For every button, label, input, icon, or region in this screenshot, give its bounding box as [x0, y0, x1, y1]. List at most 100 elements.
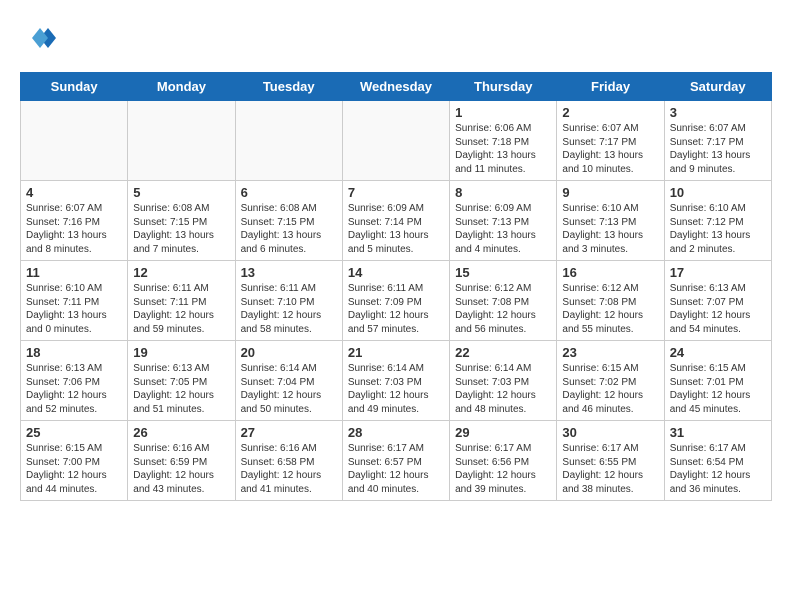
day-info: Sunrise: 6:06 AM Sunset: 7:18 PM Dayligh… [455, 122, 551, 176]
day-number: 9 [562, 185, 658, 200]
calendar-day: 12 Sunrise: 6:11 AM Sunset: 7:11 PM Dayli… [128, 261, 235, 341]
page-header [20, 20, 772, 56]
calendar-day: 29 Sunrise: 6:17 AM Sunset: 6:56 PM Dayli… [450, 421, 557, 501]
day-number: 7 [348, 185, 444, 200]
calendar-header: SundayMondayTuesdayWednesdayThursdayFrid… [21, 73, 772, 101]
weekday-header-tuesday: Tuesday [235, 73, 342, 101]
calendar-day [235, 101, 342, 181]
logo-icon [20, 20, 56, 56]
calendar-day: 18Sunrise: 6:13 AM Sunset: 7:06 PM Dayli… [21, 341, 128, 421]
calendar-day [128, 101, 235, 181]
day-number: 29 [455, 425, 551, 440]
weekday-header-friday: Friday [557, 73, 664, 101]
day-number: 3 [670, 105, 766, 120]
day-number: 24 [670, 345, 766, 360]
calendar-day: 19 Sunrise: 6:13 AM Sunset: 7:05 PM Dayli… [128, 341, 235, 421]
day-info: Sunrise: 6:15 AM Sunset: 7:02 PM Dayligh… [562, 362, 658, 416]
calendar-day: 25 Sunrise: 6:15 AM Sunset: 7:00 PM Dayli… [21, 421, 128, 501]
calendar-day: 23 Sunrise: 6:15 AM Sunset: 7:02 PM Dayli… [557, 341, 664, 421]
calendar-day: 5 Sunrise: 6:08 AM Sunset: 7:15 PM Daylig… [128, 181, 235, 261]
calendar-day: 1 Sunrise: 6:06 AM Sunset: 7:18 PM Daylig… [450, 101, 557, 181]
calendar-week-3: 11 Sunrise: 6:10 AM Sunset: 7:11 PM Dayli… [21, 261, 772, 341]
day-info: Sunrise: 6:10 AM Sunset: 7:13 PM Dayligh… [562, 202, 658, 256]
day-number: 18 [26, 345, 122, 360]
calendar-day: 17 Sunrise: 6:13 AM Sunset: 7:07 PM Dayli… [664, 261, 771, 341]
day-number: 15 [455, 265, 551, 280]
day-info: Sunrise: 6:15 AM Sunset: 7:00 PM Dayligh… [26, 442, 122, 496]
day-number: 2 [562, 105, 658, 120]
calendar-day: 26 Sunrise: 6:16 AM Sunset: 6:59 PM Dayli… [128, 421, 235, 501]
day-number: 26 [133, 425, 229, 440]
calendar-week-1: 1 Sunrise: 6:06 AM Sunset: 7:18 PM Daylig… [21, 101, 772, 181]
day-number: 27 [241, 425, 337, 440]
logo [20, 20, 56, 56]
day-info: Sunrise: 6:14 AM Sunset: 7:04 PM Dayligh… [241, 362, 337, 416]
day-info: Sunrise: 6:17 AM Sunset: 6:56 PM Dayligh… [455, 442, 551, 496]
day-number: 30 [562, 425, 658, 440]
day-info: Sunrise: 6:16 AM Sunset: 6:58 PM Dayligh… [241, 442, 337, 496]
day-info: Sunrise: 6:10 AM Sunset: 7:11 PM Dayligh… [26, 282, 122, 336]
calendar-day [342, 101, 449, 181]
day-number: 8 [455, 185, 551, 200]
calendar-day: 14Sunrise: 6:11 AM Sunset: 7:09 PM Dayli… [342, 261, 449, 341]
day-info: Sunrise: 6:17 AM Sunset: 6:57 PM Dayligh… [348, 442, 444, 496]
day-number: 23 [562, 345, 658, 360]
calendar-body: 1 Sunrise: 6:06 AM Sunset: 7:18 PM Daylig… [21, 101, 772, 501]
day-info: Sunrise: 6:10 AM Sunset: 7:12 PM Dayligh… [670, 202, 766, 256]
day-number: 12 [133, 265, 229, 280]
calendar-day: 13Sunrise: 6:11 AM Sunset: 7:10 PM Dayli… [235, 261, 342, 341]
day-number: 11 [26, 265, 122, 280]
day-number: 16 [562, 265, 658, 280]
calendar-day: 9 Sunrise: 6:10 AM Sunset: 7:13 PM Daylig… [557, 181, 664, 261]
day-info: Sunrise: 6:08 AM Sunset: 7:15 PM Dayligh… [133, 202, 229, 256]
day-number: 6 [241, 185, 337, 200]
day-number: 25 [26, 425, 122, 440]
day-number: 10 [670, 185, 766, 200]
day-info: Sunrise: 6:11 AM Sunset: 7:11 PM Dayligh… [133, 282, 229, 336]
calendar-day: 4Sunrise: 6:07 AM Sunset: 7:16 PM Daylig… [21, 181, 128, 261]
day-info: Sunrise: 6:12 AM Sunset: 7:08 PM Dayligh… [455, 282, 551, 336]
calendar-day: 20 Sunrise: 6:14 AM Sunset: 7:04 PM Dayli… [235, 341, 342, 421]
calendar-day: 31Sunrise: 6:17 AM Sunset: 6:54 PM Dayli… [664, 421, 771, 501]
calendar-day: 15 Sunrise: 6:12 AM Sunset: 7:08 PM Dayli… [450, 261, 557, 341]
day-number: 31 [670, 425, 766, 440]
day-info: Sunrise: 6:07 AM Sunset: 7:17 PM Dayligh… [670, 122, 766, 176]
day-info: Sunrise: 6:08 AM Sunset: 7:15 PM Dayligh… [241, 202, 337, 256]
calendar-week-5: 25 Sunrise: 6:15 AM Sunset: 7:00 PM Dayli… [21, 421, 772, 501]
weekday-header-sunday: Sunday [21, 73, 128, 101]
calendar-day: 11 Sunrise: 6:10 AM Sunset: 7:11 PM Dayli… [21, 261, 128, 341]
day-number: 1 [455, 105, 551, 120]
weekday-header-saturday: Saturday [664, 73, 771, 101]
day-number: 13 [241, 265, 337, 280]
day-number: 22 [455, 345, 551, 360]
calendar-day: 10 Sunrise: 6:10 AM Sunset: 7:12 PM Dayli… [664, 181, 771, 261]
day-info: Sunrise: 6:14 AM Sunset: 7:03 PM Dayligh… [348, 362, 444, 416]
day-number: 14 [348, 265, 444, 280]
calendar-table: SundayMondayTuesdayWednesdayThursdayFrid… [20, 72, 772, 501]
day-number: 21 [348, 345, 444, 360]
day-info: Sunrise: 6:12 AM Sunset: 7:08 PM Dayligh… [562, 282, 658, 336]
day-number: 17 [670, 265, 766, 280]
day-number: 20 [241, 345, 337, 360]
day-info: Sunrise: 6:07 AM Sunset: 7:17 PM Dayligh… [562, 122, 658, 176]
day-info: Sunrise: 6:16 AM Sunset: 6:59 PM Dayligh… [133, 442, 229, 496]
calendar-week-2: 4Sunrise: 6:07 AM Sunset: 7:16 PM Daylig… [21, 181, 772, 261]
calendar-day: 3 Sunrise: 6:07 AM Sunset: 7:17 PM Daylig… [664, 101, 771, 181]
calendar-day: 7 Sunrise: 6:09 AM Sunset: 7:14 PM Daylig… [342, 181, 449, 261]
day-number: 28 [348, 425, 444, 440]
day-info: Sunrise: 6:13 AM Sunset: 7:05 PM Dayligh… [133, 362, 229, 416]
calendar-day: 6 Sunrise: 6:08 AM Sunset: 7:15 PM Daylig… [235, 181, 342, 261]
calendar-day [21, 101, 128, 181]
calendar-week-4: 18Sunrise: 6:13 AM Sunset: 7:06 PM Dayli… [21, 341, 772, 421]
day-number: 19 [133, 345, 229, 360]
day-number: 5 [133, 185, 229, 200]
calendar-day: 30 Sunrise: 6:17 AM Sunset: 6:55 PM Dayli… [557, 421, 664, 501]
calendar-day: 22Sunrise: 6:14 AM Sunset: 7:03 PM Dayli… [450, 341, 557, 421]
day-info: Sunrise: 6:17 AM Sunset: 6:55 PM Dayligh… [562, 442, 658, 496]
day-info: Sunrise: 6:09 AM Sunset: 7:14 PM Dayligh… [348, 202, 444, 256]
weekday-header-row: SundayMondayTuesdayWednesdayThursdayFrid… [21, 73, 772, 101]
weekday-header-wednesday: Wednesday [342, 73, 449, 101]
calendar-day: 28 Sunrise: 6:17 AM Sunset: 6:57 PM Dayli… [342, 421, 449, 501]
day-info: Sunrise: 6:13 AM Sunset: 7:07 PM Dayligh… [670, 282, 766, 336]
calendar-day: 27 Sunrise: 6:16 AM Sunset: 6:58 PM Dayli… [235, 421, 342, 501]
